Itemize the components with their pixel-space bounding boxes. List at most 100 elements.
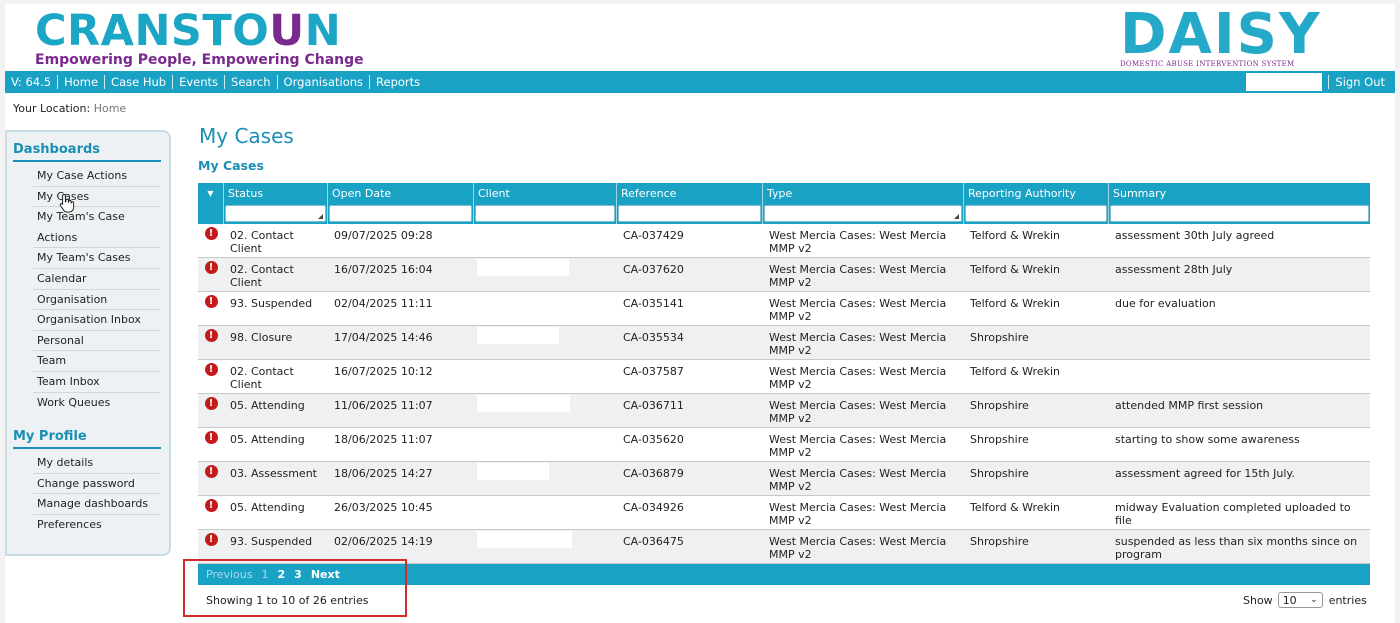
page: CRANSTOUN Empowering People, Empowering … xyxy=(5,4,1395,623)
sidebar-item-organisation[interactable]: Organisation xyxy=(33,290,161,311)
sidebar-item-preferences[interactable]: Preferences xyxy=(33,515,161,536)
table-row[interactable]: ! 98. Closure 17/04/2025 14:46 CA-035534 Wes… xyxy=(198,326,1370,360)
highlight-annotation-box xyxy=(183,559,407,617)
cell-client xyxy=(474,462,617,495)
cell-client xyxy=(474,394,617,427)
nav-organisations[interactable]: Organisations xyxy=(278,75,371,89)
table-row[interactable]: ! 93. Suspended 02/04/2025 11:11 CA-035141 W… xyxy=(198,292,1370,326)
col-open-date[interactable]: Open Date xyxy=(328,183,474,204)
sidebar-item-manage-dashboards[interactable]: Manage dashboards xyxy=(33,494,161,515)
sort-icon[interactable]: ▼ xyxy=(198,183,224,204)
table-row[interactable]: ! 05. Attending 11/06/2025 11:07 CA-036711 W… xyxy=(198,394,1370,428)
cell-reference: CA-036879 xyxy=(623,467,684,480)
error-icon: ! xyxy=(198,326,224,359)
table-header-row: ▼ Status Open Date Client Reference Type… xyxy=(198,183,1370,204)
cell-open-date: 11/06/2025 11:07 xyxy=(334,399,433,412)
cell-summary: due for evaluation xyxy=(1115,297,1216,310)
cell-reference: CA-037587 xyxy=(623,365,684,378)
user-name-redacted[interactable] xyxy=(1246,73,1323,91)
table-row[interactable]: ! 02. Contact Client 16/07/2025 10:12 CA-03… xyxy=(198,360,1370,394)
page-size-select[interactable]: 10 ⌄ xyxy=(1277,592,1323,608)
sidebar-item-organisation-inbox[interactable]: Organisation Inbox xyxy=(33,310,161,331)
error-icon: ! xyxy=(198,292,224,325)
table-filter-row xyxy=(198,204,1370,224)
nav-home[interactable]: Home xyxy=(58,75,106,89)
filter-open-date-input[interactable] xyxy=(329,205,472,222)
sidebar-item-change-password[interactable]: Change password xyxy=(33,474,161,495)
error-icon: ! xyxy=(198,258,224,291)
filter-open-date-cell xyxy=(328,204,474,224)
error-icon: ! xyxy=(198,394,224,427)
cell-type: West Mercia Cases: West Mercia MMP v2 xyxy=(769,263,947,289)
version-label: V: 64.5 xyxy=(5,75,59,89)
exclamation-icon: ! xyxy=(204,295,218,308)
cell-type: West Mercia Cases: West Mercia MMP v2 xyxy=(769,501,947,527)
cell-reporting-authority: Telford & Wrekin xyxy=(970,365,1060,378)
cell-open-date: 18/06/2025 14:27 xyxy=(334,467,433,480)
error-icon: ! xyxy=(198,462,224,495)
cell-type: West Mercia Cases: West Mercia MMP v2 xyxy=(769,433,947,459)
nav-case-hub[interactable]: Case Hub xyxy=(105,75,174,89)
filter-status-input[interactable] xyxy=(225,205,326,222)
table-row[interactable]: ! 02. Contact Client 16/07/2025 16:04 CA-03… xyxy=(198,258,1370,292)
sidebar-item-work-queues[interactable]: Work Queues xyxy=(33,393,161,414)
col-type[interactable]: Type xyxy=(763,183,964,204)
daisy-logo: DAISY DOMESTIC ABUSE INTERVENTION SYSTEM xyxy=(1120,6,1345,72)
cell-summary: assessment 28th July xyxy=(1115,263,1233,276)
cell-type: West Mercia Cases: West Mercia MMP v2 xyxy=(769,297,947,323)
exclamation-icon: ! xyxy=(204,397,218,410)
col-summary[interactable]: Summary xyxy=(1109,183,1370,204)
table-row[interactable]: ! 03. Assessment 18/06/2025 14:27 CA-036879… xyxy=(198,462,1370,496)
sidebar: Dashboards My Case Actions My Cases My T… xyxy=(5,130,171,556)
client-name-redacted xyxy=(477,531,572,548)
hand-cursor-icon xyxy=(59,193,75,213)
filter-type-input[interactable] xyxy=(764,205,962,222)
col-client[interactable]: Client xyxy=(474,183,617,204)
cell-client xyxy=(474,258,617,291)
filter-client-input[interactable] xyxy=(475,205,615,222)
nav-reports[interactable]: Reports xyxy=(370,75,426,89)
client-name-redacted xyxy=(477,327,559,344)
nav-search[interactable]: Search xyxy=(225,75,278,89)
error-icon: ! xyxy=(198,360,224,393)
col-status[interactable]: Status xyxy=(224,183,328,204)
nav-events[interactable]: Events xyxy=(173,75,226,89)
cell-status: 05. Attending xyxy=(230,501,305,514)
sidebar-item-my-case-actions[interactable]: My Case Actions xyxy=(33,166,161,187)
sidebar-item-my-teams-case-actions-line2[interactable]: Actions xyxy=(33,228,161,249)
filter-client-cell xyxy=(474,204,617,224)
cell-reporting-authority: Telford & Wrekin xyxy=(970,263,1060,276)
cell-summary: suspended as less than six months since … xyxy=(1115,535,1358,561)
sidebar-item-my-teams-cases[interactable]: My Team's Cases xyxy=(33,248,161,269)
table-row[interactable]: ! 05. Attending 26/03/2025 10:45 CA-034926 W… xyxy=(198,496,1370,530)
cranstoun-logo: CRANSTOUN Empowering People, Empowering … xyxy=(35,8,364,68)
cell-reference: CA-035534 xyxy=(623,331,684,344)
cranstoun-logo-word: CRANSTOUN xyxy=(35,6,342,56)
client-name-redacted xyxy=(477,463,549,480)
filter-reference-input[interactable] xyxy=(618,205,761,222)
cases-table: ▼ Status Open Date Client Reference Type… xyxy=(198,183,1370,564)
sidebar-item-team[interactable]: Team xyxy=(33,351,161,372)
table-row[interactable]: ! 05. Attending 18/06/2025 11:07 CA-035620 W… xyxy=(198,428,1370,462)
cell-reference: CA-035620 xyxy=(623,433,684,446)
sidebar-item-team-inbox[interactable]: Team Inbox xyxy=(33,372,161,393)
exclamation-icon: ! xyxy=(204,329,218,342)
cell-client xyxy=(474,292,617,325)
filter-spacer xyxy=(198,204,224,224)
sign-out-link[interactable]: Sign Out xyxy=(1328,75,1395,89)
table-row[interactable]: ! 02. Contact Client 09/07/2025 09:28 CA-03… xyxy=(198,224,1370,258)
col-reporting-authority[interactable]: Reporting Authority xyxy=(964,183,1109,204)
sidebar-item-personal[interactable]: Personal xyxy=(33,331,161,352)
cell-type: West Mercia Cases: West Mercia MMP v2 xyxy=(769,467,947,493)
filter-summary-input[interactable] xyxy=(1110,205,1369,222)
sidebar-item-my-cases[interactable]: My Cases xyxy=(33,187,161,208)
cell-open-date: 18/06/2025 11:07 xyxy=(334,433,433,446)
filter-authority-input[interactable] xyxy=(965,205,1107,222)
col-reference[interactable]: Reference xyxy=(617,183,763,204)
breadcrumb-home[interactable]: Home xyxy=(94,102,126,115)
sidebar-item-my-details[interactable]: My details xyxy=(33,453,161,474)
sidebar-item-calendar[interactable]: Calendar xyxy=(33,269,161,290)
page-size-value: 10 xyxy=(1282,593,1297,607)
sidebar-item-my-teams-case-actions[interactable]: My Team's Case xyxy=(33,207,161,228)
show-label: Show xyxy=(1243,593,1273,607)
